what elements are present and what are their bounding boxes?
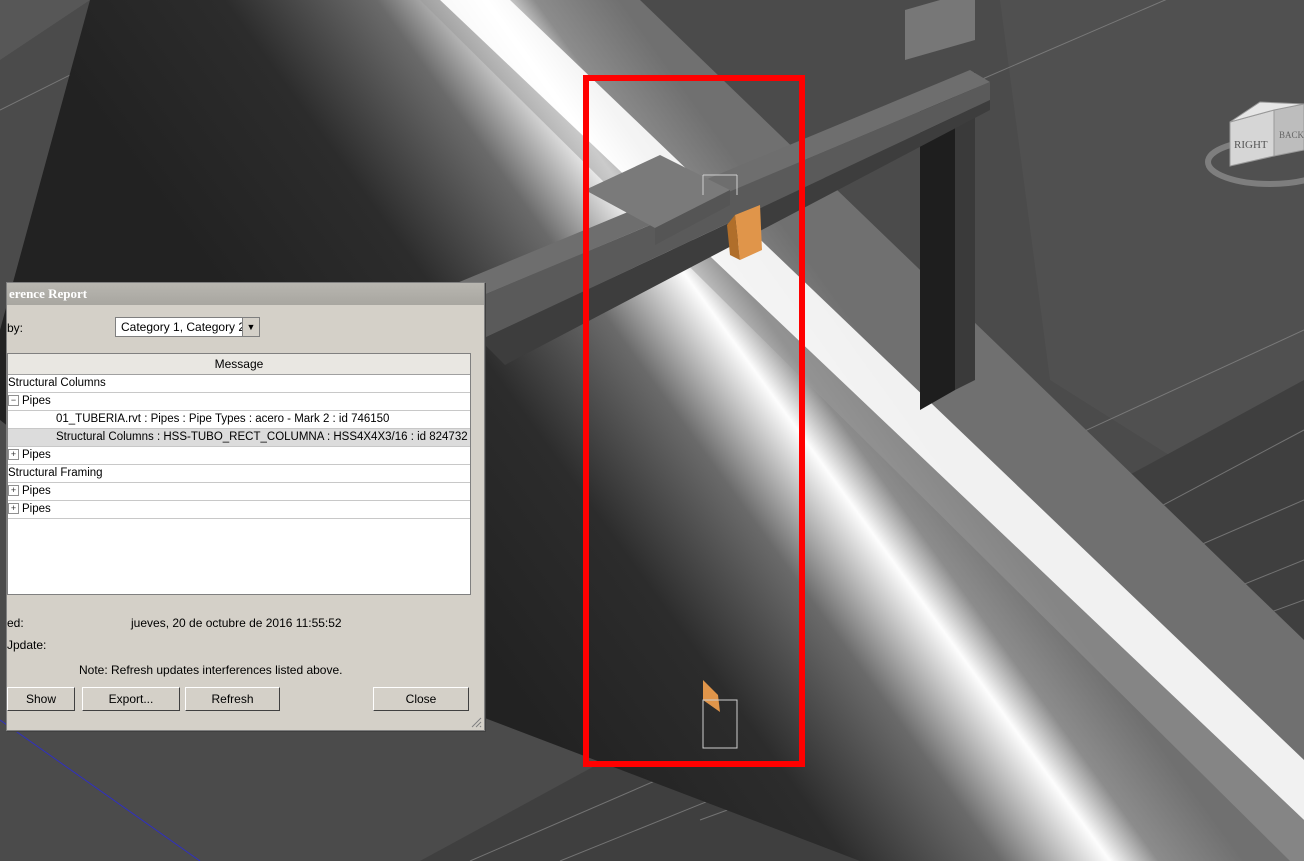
resize-grip-icon[interactable] — [470, 716, 482, 728]
viewcube-right-face: RIGHT — [1234, 139, 1268, 151]
tree-row[interactable]: Structural Columns : HSS-TUBO_RECT_COLUM… — [8, 429, 470, 447]
tree-row-label: 01_TUBERIA.rvt : Pipes : Pipe Types : ac… — [56, 413, 390, 425]
group-by-label: by: — [7, 321, 24, 335]
tree-row-label: Pipes — [22, 449, 51, 461]
tree-row-label: Structural Columns : HSS-TUBO_RECT_COLUM… — [56, 431, 468, 443]
viewcube-back-face: BACK — [1279, 130, 1304, 140]
refresh-button[interactable]: Refresh — [185, 687, 280, 711]
close-button[interactable]: Close — [373, 687, 469, 711]
expand-icon[interactable]: + — [8, 485, 19, 497]
expand-icon[interactable]: + — [8, 449, 19, 461]
refresh-note: Note: Refresh updates interferences list… — [79, 663, 343, 677]
view-cube[interactable]: RIGHT BACK — [1190, 94, 1304, 204]
interference-report-dialog: erence Report by: Category 1, Category 2… — [6, 282, 485, 731]
group-by-select[interactable]: Category 1, Category 2 ▼ — [115, 317, 260, 337]
dialog-title[interactable]: erence Report — [7, 283, 484, 305]
show-button[interactable]: Show — [7, 687, 75, 711]
tree-row[interactable]: 01_TUBERIA.rvt : Pipes : Pipe Types : ac… — [8, 411, 470, 429]
tree-row[interactable]: − Pipes — [8, 393, 470, 411]
dropdown-arrow-icon[interactable]: ▼ — [242, 318, 259, 336]
collapse-icon[interactable]: − — [8, 395, 19, 407]
created-value: jueves, 20 de octubre de 2016 11:55:52 — [131, 616, 342, 630]
created-label: ed: — [7, 616, 24, 630]
tree-row-label: Structural Columns — [8, 377, 106, 389]
tree-row-label: Pipes — [22, 485, 51, 497]
expand-icon[interactable]: + — [8, 503, 19, 515]
interference-highlight-box — [583, 75, 805, 767]
last-update-label: Jpdate: — [7, 638, 47, 652]
tree-row-label: Pipes — [22, 503, 51, 515]
tree-row-label: Structural Framing — [8, 467, 103, 479]
column-header-message[interactable]: Message — [8, 354, 470, 375]
tree-row[interactable]: + Pipes — [8, 501, 470, 519]
tree-row[interactable]: + Pipes — [8, 483, 470, 501]
tree-row-label: Pipes — [22, 395, 51, 407]
interference-tree-list[interactable]: Message Structural Columns − Pipes 01_TUBER… — [7, 353, 471, 595]
tree-row[interactable]: Structural Framing — [8, 465, 470, 483]
tree-row[interactable]: + Pipes — [8, 447, 470, 465]
group-by-value: Category 1, Category 2 — [121, 320, 246, 334]
tree-row[interactable]: Structural Columns — [8, 375, 470, 393]
export-button[interactable]: Export... — [82, 687, 180, 711]
